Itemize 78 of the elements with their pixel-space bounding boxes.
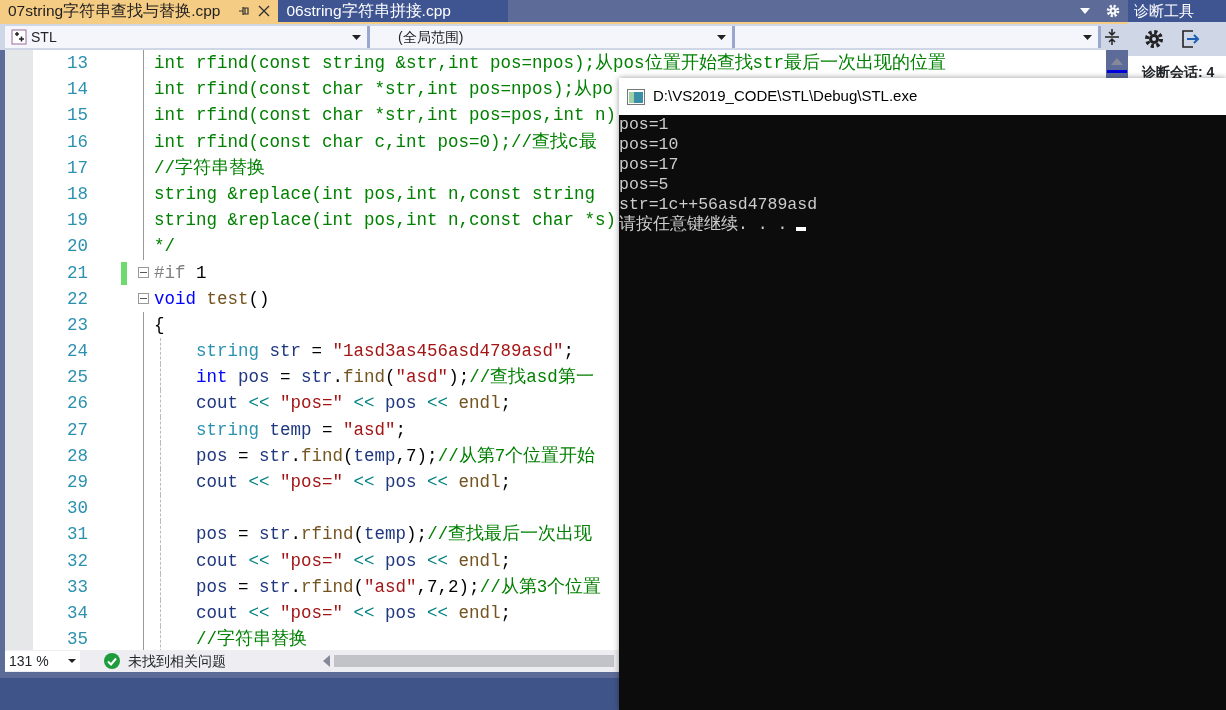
caret-icon	[352, 34, 361, 40]
code-line: int rfind(const char c,int pos=0);//查找c最	[154, 130, 597, 154]
code-line: string &replace(int pos,int n,const string	[154, 182, 596, 206]
check-icon	[104, 653, 120, 670]
console-output: pos=17	[619, 155, 679, 175]
settings-icon[interactable]	[1144, 29, 1164, 49]
line-number: 14	[66, 78, 89, 102]
tab-list-icon[interactable]	[1080, 8, 1090, 14]
collapse-toggle[interactable]	[138, 267, 149, 279]
scroll-left-icon[interactable]	[323, 655, 330, 668]
code-line: #if 1	[154, 261, 207, 285]
text-cursor	[795, 227, 806, 231]
code-line: int pos = str.find("asd");//查找asd第一	[196, 366, 594, 390]
caret-icon	[717, 34, 726, 40]
code-line: //字符串替换	[154, 156, 265, 180]
line-number: 27	[66, 418, 89, 442]
project-dropdown[interactable]: STL	[5, 26, 370, 48]
zoom-dropdown[interactable]: 131 %	[5, 651, 80, 672]
caret-icon	[68, 659, 76, 664]
code-line: pos = str.rfind(temp);//查找最后一次出现	[196, 523, 593, 547]
code-line: string str = "1asd3as456asd4789asd";	[196, 340, 575, 364]
console-output: pos=5	[619, 175, 669, 195]
code-line: cout << "pos=" << pos << endl;	[196, 471, 512, 494]
line-number: 28	[66, 444, 89, 468]
scrollbar-thumb[interactable]	[334, 655, 614, 668]
line-number: 33	[66, 575, 89, 599]
console-output: 请按任意键继续. . .	[619, 215, 788, 235]
code-line: int rfind(const char *str,int pos=npos);从po	[154, 78, 614, 102]
line-number: 20	[66, 235, 89, 259]
collapse-toggle[interactable]	[138, 293, 149, 305]
line-number: 25	[66, 366, 89, 390]
code-line: string &replace(int pos,int n,const char *s)	[154, 209, 617, 233]
line-number: 17	[66, 156, 89, 180]
code-line: cout << "pos=" << pos << endl;	[196, 601, 512, 625]
code-line: //字符串替换	[196, 628, 307, 651]
exit-icon[interactable]	[1180, 29, 1200, 49]
code-line: cout << "pos=" << pos << endl;	[196, 549, 512, 573]
window-title: D:\VS2019_CODE\STL\Debug\STL.exe	[653, 86, 918, 107]
line-number: 29	[66, 471, 89, 494]
line-number: 18	[66, 182, 89, 206]
console-output: str=1c++56asd4789asd	[619, 195, 818, 215]
line-number: 26	[66, 392, 89, 416]
code-line: */	[154, 235, 175, 259]
code-line: pos = str.rfind("asd",7,2);//从第3个位置	[196, 575, 602, 599]
caret-position-marker	[1107, 70, 1127, 73]
line-number: 19	[66, 209, 89, 233]
code-line: {	[154, 313, 165, 337]
line-number: 16	[66, 130, 89, 154]
line-number: 30	[66, 497, 89, 521]
caret-icon	[1083, 34, 1092, 40]
line-number: 34	[66, 601, 89, 625]
console-output: pos=10	[619, 135, 679, 155]
console-output: pos=1	[619, 115, 669, 135]
editor-tab[interactable]: 06string字符串拼接.cpp	[278, 0, 509, 22]
line-number: 24	[66, 340, 89, 364]
line-number: 32	[66, 549, 89, 573]
editor-tab[interactable]: 07string字符串查找与替换.cpp	[0, 0, 279, 22]
line-number: 15	[66, 104, 89, 128]
issues-status[interactable]: 未找到相关问题	[128, 650, 323, 672]
close-icon[interactable]	[258, 5, 271, 17]
line-number: 31	[66, 523, 89, 547]
code-line: int rfind(const char *str,int pos=pos,int n)	[154, 104, 617, 128]
split-icon[interactable]	[1104, 28, 1120, 46]
line-number: 23	[66, 313, 89, 337]
project-icon	[11, 29, 27, 45]
code-line: void test()	[154, 287, 270, 311]
pin-icon[interactable]	[238, 5, 251, 17]
code-line: int rfind(const string &str,int pos=npos);从pos位置开始查找str最后一次出现的位置	[154, 52, 947, 75]
line-number: 13	[66, 52, 89, 75]
scope-dropdown[interactable]: (全局范围)	[370, 26, 735, 48]
line-number: 35	[66, 628, 89, 651]
code-line: pos = str.find(temp,7);//从第7个位置开始	[196, 444, 596, 468]
line-number: 22	[66, 287, 89, 311]
code-line: string temp = "asd";	[196, 418, 407, 442]
console-app-icon	[627, 88, 645, 105]
line-number: 21	[66, 261, 89, 285]
panel-title: 诊断工具	[1128, 0, 1226, 22]
code-line: cout << "pos=" << pos << endl;	[196, 392, 512, 416]
